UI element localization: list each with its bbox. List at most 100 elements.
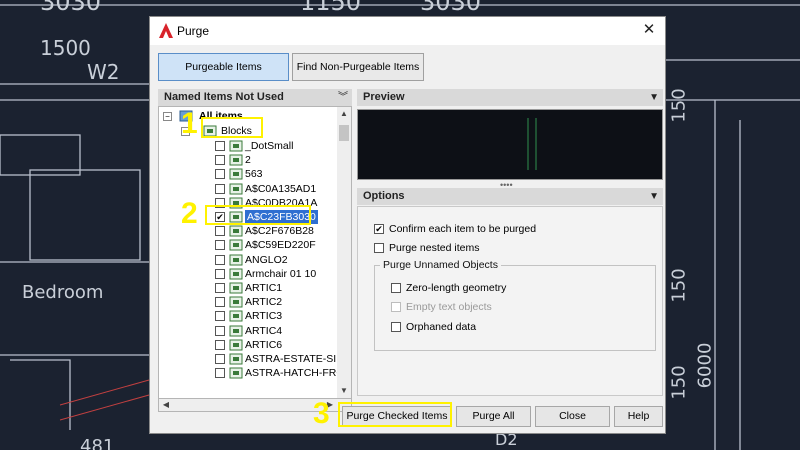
orphaned-data-checkbox[interactable]	[391, 322, 401, 332]
block-item-checkbox[interactable]	[215, 169, 225, 180]
cad-label-dim-top-mid: 1150	[300, 0, 362, 16]
dialog-title: Purge	[177, 24, 210, 38]
scroll-up-icon[interactable]: ▲	[339, 109, 349, 119]
block-icon	[229, 282, 243, 294]
block-item-label: _DotSmall	[245, 140, 294, 152]
tab-purgeable-items[interactable]: Purgeable Items	[158, 53, 289, 81]
block-icon	[229, 268, 243, 280]
orphaned-data-label: Orphaned data	[406, 321, 477, 333]
block-icon	[229, 310, 243, 322]
confirm-each-checkbox[interactable]: ✔	[374, 224, 384, 234]
empty-text-label: Empty text objects	[406, 301, 492, 313]
block-item-checkbox[interactable]	[215, 368, 225, 379]
block-list-item[interactable]: ARTIC4	[159, 324, 339, 338]
block-icon	[229, 339, 243, 351]
block-list-item[interactable]: A$C59ED220F	[159, 238, 339, 252]
block-item-checkbox[interactable]	[215, 354, 225, 364]
step-3-highlight	[338, 402, 452, 427]
scroll-thumb[interactable]	[339, 125, 349, 141]
close-button[interactable]: Close	[535, 406, 610, 427]
collapse-arrow-icon[interactable]: ▼	[649, 89, 659, 106]
zero-length-label: Zero-length geometry	[406, 282, 507, 294]
block-item-checkbox[interactable]	[215, 268, 225, 279]
cad-label-dim-right-1: 150	[668, 88, 690, 123]
dialog-titlebar[interactable]: Purge ✕	[150, 17, 665, 45]
block-item-label: 2	[245, 154, 251, 167]
cad-label-w2: W2	[87, 60, 120, 84]
options-panel-title: Options	[363, 190, 405, 202]
block-icon	[229, 367, 243, 379]
preview-drawing	[527, 118, 537, 170]
step-3-marker: 3	[313, 397, 330, 430]
help-button[interactable]: Help	[614, 406, 663, 427]
block-icon	[229, 296, 243, 308]
confirm-each-label: Confirm each item to be purged	[389, 223, 537, 235]
block-item-label: ARTIC3	[245, 310, 283, 323]
cad-label-dim-top-right: 3030	[420, 0, 482, 16]
purge-nested-checkbox[interactable]	[374, 243, 384, 253]
block-list-item[interactable]: ARTIC6	[159, 338, 339, 352]
collapse-arrow-icon[interactable]: ▼	[649, 188, 659, 205]
named-items-tree[interactable]: − All items − Blocks _DotSmall 2 563 A$C0A1…	[158, 106, 352, 400]
block-item-checkbox[interactable]	[215, 339, 225, 350]
close-icon[interactable]: ✕	[639, 20, 659, 40]
block-icon	[229, 140, 243, 152]
block-item-label: ARTIC4	[245, 324, 283, 337]
preview-panel-header: Preview ▼	[357, 89, 663, 106]
block-item-checkbox[interactable]	[215, 254, 225, 265]
block-item-label: Armchair 01 10	[245, 267, 317, 280]
block-list-item[interactable]: Armchair 01 10	[159, 267, 339, 281]
cad-label-dim-481: 481	[80, 436, 115, 450]
block-item-checkbox[interactable]	[215, 311, 225, 322]
tree-panel-header: Named Items Not Used ︾	[158, 89, 352, 106]
block-icon	[229, 239, 243, 251]
options-panel-header: Options ▼	[357, 188, 663, 205]
block-icon	[229, 183, 243, 195]
tab-find-non-purgeable-items[interactable]: Find Non-Purgeable Items	[292, 53, 424, 81]
scroll-down-icon[interactable]: ▼	[339, 386, 349, 396]
block-list-item[interactable]: ARTIC2	[159, 295, 339, 309]
step-1-marker: 1	[181, 107, 198, 140]
block-list-item[interactable]: ASTRA-ESTATE-SID	[159, 352, 344, 366]
block-item-checkbox[interactable]	[215, 141, 225, 151]
block-item-label: ASTRA-HATCH-FRO	[245, 367, 345, 380]
block-item-checkbox[interactable]	[215, 297, 225, 308]
step-1-highlight	[201, 117, 263, 138]
block-icon	[229, 353, 243, 365]
purge-unnamed-legend: Purge Unnamed Objects	[380, 259, 501, 271]
block-icon	[229, 154, 243, 166]
block-item-checkbox[interactable]	[215, 283, 225, 293]
block-item-checkbox[interactable]	[215, 226, 225, 237]
collapse-chevron-icon[interactable]: ︾	[338, 89, 348, 106]
block-list-item[interactable]: 563	[159, 167, 339, 181]
block-list-item[interactable]: ARTIC1	[159, 281, 339, 295]
block-list-item[interactable]: A$C0A135AD1	[159, 182, 339, 196]
block-list-item[interactable]: _DotSmall	[159, 139, 339, 153]
step-2-highlight	[205, 205, 311, 225]
block-item-label: A$C59ED220F	[245, 239, 316, 252]
block-item-checkbox[interactable]	[215, 155, 225, 166]
block-item-checkbox[interactable]	[215, 240, 225, 251]
zero-length-checkbox[interactable]	[391, 283, 401, 293]
block-item-label: ARTIC1	[245, 282, 283, 294]
scroll-left-icon[interactable]: ◀	[161, 400, 171, 410]
purge-dialog: Purge ✕ Purgeable Items Find Non-Purgeab…	[149, 16, 666, 434]
purge-all-button[interactable]: Purge All	[456, 406, 531, 427]
cad-label-bedroom: Bedroom	[22, 282, 104, 303]
cad-label-dim-right-3: 150	[668, 365, 690, 400]
purge-nested-label: Purge nested items	[389, 242, 480, 254]
collapse-minus-icon[interactable]: −	[163, 112, 172, 121]
block-item-label: ASTRA-ESTATE-SID	[245, 353, 344, 365]
block-item-checkbox[interactable]	[215, 183, 225, 194]
autocad-logo-icon	[159, 23, 173, 38]
block-list-item[interactable]: ANGLO2	[159, 253, 339, 267]
block-list-item[interactable]: ASTRA-HATCH-FRO	[159, 366, 345, 380]
block-list-item[interactable]: ARTIC3	[159, 309, 339, 323]
cad-label-dim-1500: 1500	[40, 36, 91, 60]
block-list-item[interactable]: 2	[159, 153, 339, 167]
block-icon	[229, 254, 243, 266]
block-item-label: ANGLO2	[245, 253, 288, 266]
block-item-checkbox[interactable]	[215, 325, 225, 336]
tree-vertical-scrollbar[interactable]: ▲ ▼	[337, 107, 351, 399]
options-panel: ✔ Confirm each item to be purged Purge n…	[357, 206, 663, 396]
